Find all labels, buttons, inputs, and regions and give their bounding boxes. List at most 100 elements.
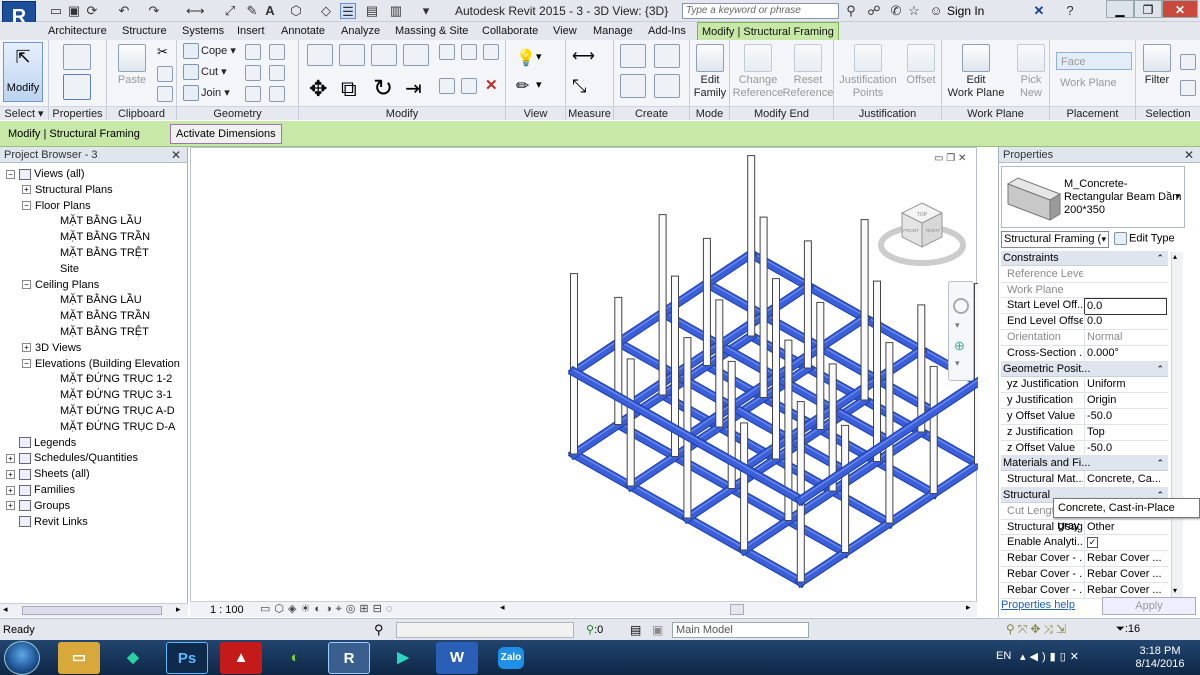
column[interactable] (803, 240, 812, 369)
create-parts-icon[interactable] (654, 44, 680, 68)
system-tray-icons[interactable]: ▴◀)▮▯✕ (1020, 650, 1083, 663)
paste-button[interactable]: Paste (115, 44, 149, 87)
tree-item[interactable]: + Schedules/Quantities (6, 451, 138, 466)
instance-filter-select[interactable]: Structural Framing (▾ (1001, 231, 1109, 248)
align-icon[interactable] (307, 44, 333, 66)
delete-icon[interactable]: ✕ (485, 76, 498, 94)
collapse-group-icon[interactable]: ⌃ (1156, 362, 1164, 377)
copy-icon[interactable] (157, 66, 173, 82)
offset-button[interactable]: Offset (902, 44, 940, 87)
column[interactable] (929, 365, 938, 494)
tree-expander-icon[interactable]: + (6, 453, 15, 463)
restore-button[interactable]: ❐ (1134, 0, 1162, 18)
view-control-icons[interactable]: ▭⬡◈☀◐◑⌖◎⊞⊟◌ (260, 602, 396, 616)
scroll-left-icon[interactable]: ◂ (3, 604, 8, 615)
tree-item[interactable]: MẶT BẰNG TRỆT (60, 325, 149, 340)
match-properties-icon[interactable] (157, 86, 173, 102)
revit-taskbar-icon[interactable]: R (328, 642, 370, 674)
apply-button[interactable]: Apply (1102, 597, 1196, 615)
properties-close-icon[interactable]: ✕ (1184, 147, 1194, 163)
tree-item[interactable]: Legends (6, 436, 76, 451)
zalo-taskbar-icon[interactable]: Zalo (490, 642, 532, 674)
tree-item[interactable]: + Families (6, 483, 75, 498)
viewcube[interactable]: TOP FRONT RIGHT (878, 195, 968, 275)
photoshop-taskbar-icon[interactable]: Ps (166, 642, 208, 674)
project-browser-scrollbar[interactable]: ◂ ▸ (0, 603, 188, 617)
tree-item[interactable]: MẶT BẰNG TRẦN (60, 230, 150, 245)
property-value[interactable]: Other (1084, 519, 1167, 535)
tab-analyze[interactable]: Analyze (337, 22, 384, 40)
tree-expander-icon[interactable]: + (22, 185, 31, 195)
wheel-dropdown-icon[interactable]: ▾ (955, 320, 960, 331)
move-icon[interactable]: ✥ (309, 76, 327, 102)
property-value[interactable]: -50.0 (1084, 409, 1167, 424)
change-reference-button[interactable]: Change Reference (732, 44, 784, 100)
reset-reference-button[interactable]: Reset Reference (782, 44, 834, 100)
tree-item[interactable]: − Views (all) (6, 167, 85, 182)
tab-annotate[interactable]: Annotate (277, 22, 329, 40)
filter-button[interactable]: Filter (1140, 44, 1174, 87)
tree-item[interactable]: − Elevations (Building Elevation (22, 357, 180, 372)
tree-item[interactable]: MẶT ĐỨNG TRỤC 1-2 (60, 372, 172, 387)
offset-tool-icon[interactable] (339, 44, 365, 66)
property-value[interactable]: Top (1084, 424, 1167, 440)
column[interactable] (885, 342, 894, 524)
measure-between-icon[interactable]: ⟷ (572, 46, 595, 66)
undo-icon[interactable]: ↶ (116, 3, 132, 19)
design-options-icon[interactable]: ▣ (652, 623, 663, 637)
tab-collaborate[interactable]: Collaborate (478, 22, 542, 40)
property-value[interactable]: Uniform (1084, 377, 1167, 393)
gem-taskbar-icon[interactable]: ◆ (112, 642, 154, 674)
tab-modify-structural-framing[interactable]: Modify | Structural Framing (697, 22, 839, 40)
column[interactable] (772, 278, 780, 460)
tab-manage[interactable]: Manage (589, 22, 637, 40)
tree-item[interactable]: MẶT ĐỨNG TRỤC D-A (60, 420, 175, 435)
edit-type-button[interactable]: Edit Type (1114, 232, 1175, 245)
open-icon[interactable]: ▭ (48, 3, 64, 19)
mirror-axis-icon[interactable] (371, 44, 397, 66)
edit-family-button[interactable]: Edit Family (693, 44, 727, 100)
wall-joins-icon[interactable] (245, 44, 261, 60)
activate-dimensions-button[interactable]: Activate Dimensions (170, 124, 282, 144)
enable-analytical-checkbox[interactable]: ✓ (1087, 537, 1098, 549)
column[interactable] (796, 401, 805, 583)
property-group-header[interactable]: Constraints ⌃ (1001, 251, 1168, 266)
selection-filter-icons[interactable]: ⚲⤧✥⤨⇲ (1006, 622, 1069, 637)
column[interactable] (974, 283, 979, 465)
system-clock[interactable]: 3:18 PM 8/14/2016 (1125, 645, 1195, 671)
tag-icon[interactable]: ✎ (244, 3, 260, 19)
workset-select[interactable] (396, 622, 574, 638)
column[interactable] (683, 337, 692, 519)
help-icon[interactable]: ? (1062, 3, 1078, 19)
column[interactable] (727, 360, 736, 489)
3d-view-canvas[interactable] (190, 147, 979, 617)
column[interactable] (570, 273, 578, 455)
mirror-draw-icon[interactable] (403, 44, 429, 66)
search-input[interactable]: Type a keyword or phrase (682, 3, 839, 19)
edit-work-plane-button[interactable]: Edit Work Plane (946, 44, 1006, 100)
property-value[interactable]: 0.0 (1084, 314, 1167, 330)
section-icon[interactable]: ◇ (318, 3, 334, 19)
pick-new-button[interactable]: Pick New (1014, 44, 1048, 100)
tree-item[interactable]: MẶT BẰNG TRẦN (60, 309, 150, 324)
view-scale[interactable]: 1 : 100 (210, 604, 244, 616)
trim-extend-icon[interactable]: ⇥ (405, 76, 422, 101)
tree-item[interactable]: − Floor Plans (22, 199, 91, 214)
tree-item[interactable]: MẶT BẰNG LẦU (60, 293, 142, 308)
green-app-taskbar-icon[interactable]: ◐ (274, 642, 316, 674)
justification-points-button[interactable]: Justification Points (836, 44, 900, 100)
tree-item[interactable]: MẶT BẰNG TRỆT (60, 246, 149, 261)
column[interactable] (860, 219, 869, 401)
override-graphics-icon[interactable]: ✏ (516, 76, 529, 96)
column[interactable] (740, 422, 749, 551)
close-icon[interactable]: ✕ (171, 147, 181, 163)
property-value[interactable]: Rebar Cover ... (1084, 551, 1167, 567)
select-links-icon[interactable] (1180, 54, 1196, 70)
design-option-select[interactable]: Main Model (672, 622, 809, 638)
scroll-thumb[interactable] (22, 606, 162, 615)
cope-button[interactable]: Cope ▾ (183, 42, 236, 60)
property-value[interactable]: 0.000° (1084, 345, 1167, 361)
column[interactable] (873, 280, 881, 462)
tree-expander-icon[interactable]: + (6, 469, 15, 479)
text-icon[interactable]: A (262, 3, 278, 19)
